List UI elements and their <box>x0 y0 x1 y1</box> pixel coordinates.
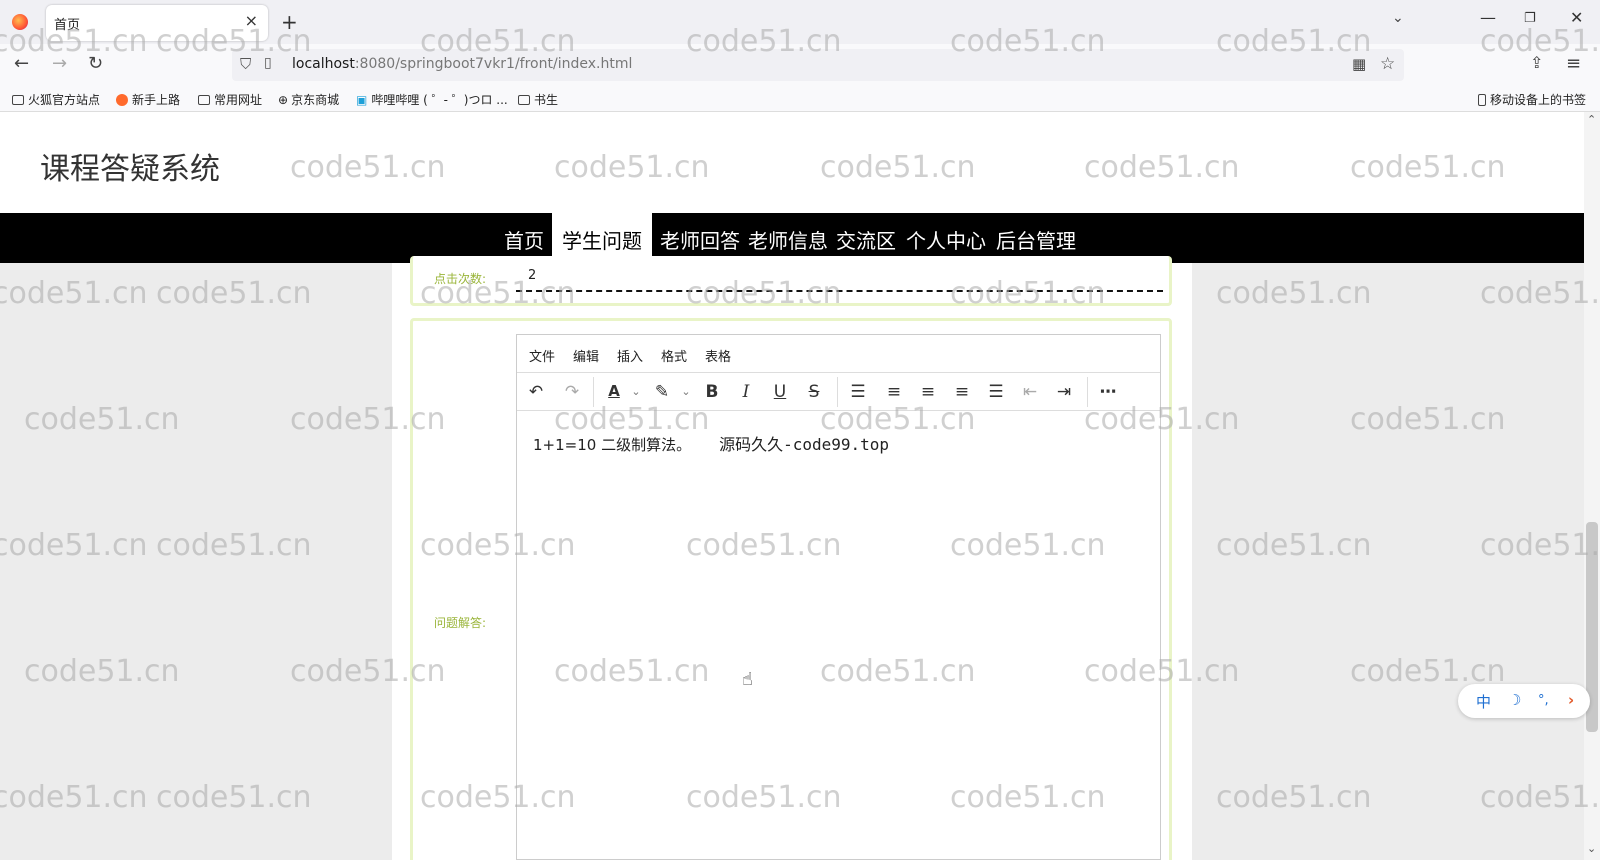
menu-file[interactable]: 文件 <box>529 346 555 365</box>
punctuation-icon[interactable]: °, <box>1538 693 1549 708</box>
firefox-icon <box>116 94 128 106</box>
back-icon[interactable]: ← <box>14 53 29 74</box>
address-bar[interactable]: ⛉ ▯ localhost:8080/springboot7vkr1/front… <box>232 49 1404 81</box>
url-text[interactable]: localhost:8080/springboot7vkr1/front/ind… <box>292 56 632 72</box>
page-scrollbar[interactable] <box>1584 112 1600 860</box>
highlight-color-icon[interactable]: ✎ <box>651 382 673 402</box>
align-left-icon[interactable]: ≡ <box>883 382 905 402</box>
rich-text-editor: 文件 编辑 插入 格式 表格 ↶ ↷ A ⌄ ✎ ⌄ B I U S ☰ ≡ ≡… <box>516 334 1161 860</box>
menu-table[interactable]: 表格 <box>705 346 731 365</box>
toolbar-separator <box>593 377 594 407</box>
nav-item-home[interactable]: 首页 <box>504 225 544 254</box>
indent-icon[interactable]: ⇥ <box>1053 382 1075 402</box>
chevron-right-icon[interactable]: › <box>1568 691 1574 709</box>
mobile-icon <box>1478 94 1486 106</box>
new-tab-icon[interactable]: + <box>281 10 298 34</box>
menu-format[interactable]: 格式 <box>661 346 687 365</box>
restore-icon[interactable]: ❐ <box>1524 11 1536 26</box>
nav-item-teacher-answers[interactable]: 老师回答 <box>660 225 740 254</box>
bookmarks-bar: 火狐官方站点 新手上路 常用网址 ⊕ 京东商城 ▣ 哔哩哔哩 ( ゜- ゜)つロ .… <box>0 86 1600 112</box>
extensions-icon[interactable]: ⇪ <box>1530 53 1543 72</box>
url-host: localhost <box>292 56 355 72</box>
bookmark-item[interactable]: 火狐官方站点 <box>12 91 100 108</box>
firefox-logo-icon <box>12 14 28 30</box>
scroll-up-icon[interactable]: ⌃ <box>1587 113 1596 126</box>
outdent-icon[interactable]: ⇤ <box>1019 382 1041 402</box>
tab-list-chevron-icon[interactable]: ⌄ <box>1392 10 1404 26</box>
shield-icon[interactable]: ⛉ <box>240 55 251 73</box>
strikethrough-icon[interactable]: S <box>803 382 825 402</box>
undo-icon[interactable]: ↶ <box>525 382 547 402</box>
editor-text: 1+1=10 二级制算法。 <box>533 436 692 454</box>
minimize-icon[interactable]: — <box>1480 8 1496 27</box>
moon-icon[interactable]: ☽ <box>1508 691 1521 709</box>
editor-menubar: 文件 编辑 插入 格式 表格 <box>517 335 1160 373</box>
bookmark-item[interactable]: ⊕ 京东商城 <box>278 91 339 108</box>
scroll-down-icon[interactable]: ⌄ <box>1587 842 1596 855</box>
folder-icon <box>12 95 24 105</box>
ime-floating-widget[interactable]: 中 ☽ °, › <box>1458 684 1590 718</box>
page-icon: ▯ <box>264 55 272 71</box>
hand-cursor-icon: ☝ <box>742 669 753 690</box>
text-color-icon[interactable]: A <box>603 382 625 400</box>
app-menu-icon[interactable]: ≡ <box>1566 53 1581 74</box>
editor-content[interactable]: 1+1=10 二级制算法。 源码久久-code99.top <box>533 431 889 455</box>
underline-icon[interactable]: U <box>769 382 791 402</box>
qr-code-icon[interactable]: ▦ <box>1352 55 1366 73</box>
clicks-underline <box>516 290 1163 292</box>
nav-item-personal-center[interactable]: 个人中心 <box>906 225 986 254</box>
globe-icon: ⊕ <box>278 93 289 107</box>
align-center-icon[interactable]: ≡ <box>917 382 939 402</box>
bookmark-item[interactable]: 新手上路 <box>116 91 180 108</box>
nav-item-teacher-info[interactable]: 老师信息 <box>748 225 828 254</box>
ime-lang[interactable]: 中 <box>1476 691 1491 712</box>
clicks-card <box>410 256 1172 306</box>
chevron-down-icon[interactable]: ⌄ <box>625 385 647 398</box>
editor-mono-text: 源码久久-code99.top <box>719 435 890 454</box>
more-icon[interactable]: ⋯ <box>1097 382 1119 402</box>
align-right-icon[interactable]: ≡ <box>951 382 973 402</box>
bookmark-star-icon[interactable]: ☆ <box>1380 54 1395 74</box>
redo-icon[interactable]: ↷ <box>561 382 583 402</box>
browser-nav-bar: ← → ↻ ⛉ ▯ localhost:8080/springboot7vkr1… <box>0 44 1600 86</box>
menu-insert[interactable]: 插入 <box>617 346 643 365</box>
web-page: 课程答疑系统 首页 学生问题 老师回答 老师信息 交流区 个人中心 后台管理 点… <box>0 112 1584 860</box>
clicks-label: 点击次数: <box>434 272 487 286</box>
toolbar-separator <box>1087 377 1088 407</box>
forward-icon[interactable]: → <box>52 53 67 74</box>
bookmark-item[interactable]: 常用网址 <box>198 91 262 108</box>
browser-tab[interactable]: 首页 × <box>46 5 268 41</box>
clicks-value: 2 <box>528 268 537 283</box>
site-title: 课程答疑系统 <box>40 152 220 187</box>
window-close-icon[interactable]: ✕ <box>1570 8 1583 27</box>
toolbar-separator <box>837 377 838 407</box>
browser-tab-bar: 首页 × + ⌄ — ❐ ✕ <box>0 0 1600 44</box>
bilibili-icon: ▣ <box>356 93 368 107</box>
site-header: 课程答疑系统 <box>0 112 1584 213</box>
folder-icon <box>518 95 530 105</box>
mobile-bookmarks[interactable]: 移动设备上的书签 <box>1478 91 1586 108</box>
nav-item-admin[interactable]: 后台管理 <box>996 225 1076 254</box>
tab-title: 首页 <box>54 18 81 33</box>
bookmark-item[interactable]: ▣ 哔哩哔哩 ( ゜- ゜)つロ ... <box>356 91 508 108</box>
bold-icon[interactable]: B <box>701 382 723 402</box>
chevron-down-icon[interactable]: ⌄ <box>675 385 697 398</box>
close-tab-icon[interactable]: × <box>245 11 258 30</box>
editor-toolbar: ↶ ↷ A ⌄ ✎ ⌄ B I U S ☰ ≡ ≡ ≡ ☰ ⇤ ⇥ ⋯ <box>517 373 1160 411</box>
italic-icon[interactable]: I <box>735 382 757 402</box>
answer-label: 问题解答: <box>434 616 487 630</box>
nav-item-forum[interactable]: 交流区 <box>836 225 896 254</box>
line-height-icon[interactable]: ☰ <box>847 382 869 402</box>
url-path: :8080/springboot7vkr1/front/index.html <box>354 56 633 72</box>
folder-icon <box>198 95 210 105</box>
align-justify-icon[interactable]: ☰ <box>985 382 1007 402</box>
menu-edit[interactable]: 编辑 <box>573 346 599 365</box>
bookmark-item[interactable]: 书生 <box>518 91 558 108</box>
reload-icon[interactable]: ↻ <box>88 53 103 74</box>
